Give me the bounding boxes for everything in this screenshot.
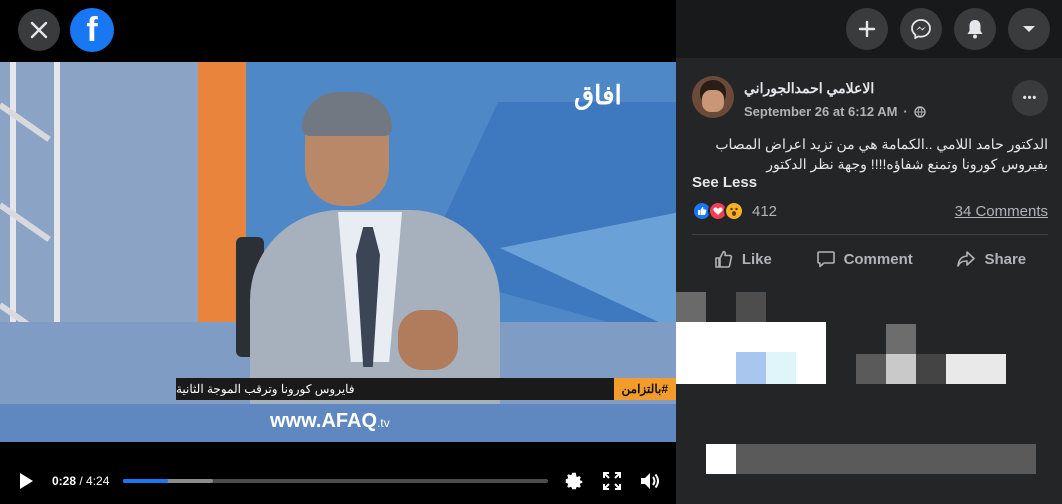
facebook-logo[interactable]: f [70,8,114,52]
post-text-line: بفيروس كورونا وتمنع شفاؤه!!!! وجهة نظر ا… [766,156,1048,172]
redacted-block [886,324,916,354]
globe-icon [914,105,926,118]
see-less-link[interactable]: See Less [692,174,757,191]
comment-label: Comment [843,250,913,268]
notifications-button[interactable] [954,8,996,50]
post-side-panel: الاعلامي احمدالجوراني September 26 at 6:… [676,0,1062,504]
play-button[interactable] [14,469,38,493]
ticker-url-main: www.AFAQ [270,410,378,432]
post-meta: September 26 at 6:12 AM · [744,104,926,119]
progress-bar[interactable] [123,479,548,483]
redacted-block [766,352,796,384]
caret-down-icon [1023,26,1035,32]
play-icon [20,473,33,489]
total-time: 4:24 [86,474,110,488]
more-icon: ••• [1022,92,1038,104]
share-icon [957,251,976,267]
progress-fill [123,479,169,483]
close-button[interactable] [18,9,60,51]
like-button[interactable]: Like [714,249,772,269]
redacted-block [946,354,1006,384]
bell-icon [967,20,983,39]
redacted-block [736,352,766,384]
reactions-summary[interactable]: 412 34 Comments [692,200,1048,222]
wow-reaction-icon [724,201,744,221]
time-display: 0:28 / 4:24 [52,474,109,488]
share-button[interactable]: Share [956,249,1026,269]
person-hands [398,310,458,370]
redacted-block [916,354,946,384]
time-separator: / [76,474,87,488]
lower-third-caption: فايروس كورونا وترقب الموجة الثانية #بالت… [176,378,676,400]
redacted-block [856,354,886,384]
facebook-logo-letter: f [86,10,98,49]
messenger-button[interactable] [900,8,942,50]
redacted-block [886,354,916,384]
post-author[interactable]: الاعلامي احمدالجوراني [744,80,874,97]
post-text-line: الدكتور حامد اللامي ..الكمامة هي من تزيد… [715,136,1048,152]
post-date[interactable]: September 26 at 6:12 AM [744,104,897,119]
account-menu-button[interactable] [1008,8,1050,50]
person-hair [302,92,392,136]
channel-logo: افاق [574,80,622,110]
lower-third-tag: #بالتزامن [613,378,676,400]
top-left-controls: f [18,8,114,52]
post-options-button[interactable]: ••• [1012,80,1048,116]
top-actions [676,0,1062,58]
avatar[interactable] [692,76,734,118]
comments-count-link[interactable]: 34 Comments [955,203,1048,220]
ticker-url: www.AFAQ.tv [270,410,390,433]
comment-icon [816,251,835,268]
create-button[interactable] [846,8,888,50]
post-header: الاعلامي احمدالجوراني September 26 at 6:… [692,76,1048,124]
post-actions: Like Comment Share [692,240,1048,278]
gear-icon [565,472,583,490]
volume-button[interactable] [638,469,662,493]
meta-separator: · [903,104,908,119]
redacted-block [676,292,706,322]
post-text: الدكتور حامد اللامي ..الكمامة هي من تزيد… [692,134,1048,174]
thumbs-up-icon [715,250,733,268]
ticker-url-tld: .tv [377,416,390,430]
divider [692,234,1048,235]
messenger-icon [911,19,931,39]
fullscreen-button[interactable] [600,469,624,493]
like-label: Like [741,250,772,268]
reaction-count: 412 [752,202,778,220]
volume-icon [641,473,659,489]
share-label: Share [984,250,1027,268]
lower-third-text: فايروس كورونا وترقب الموجة الثانية [176,382,355,396]
comment-button[interactable]: Comment [816,249,913,269]
current-time: 0:28 [52,474,77,488]
redacted-block [736,444,1036,474]
redacted-block [706,444,736,474]
redacted-block [736,292,766,322]
fullscreen-icon [603,472,621,490]
settings-button[interactable] [562,469,586,493]
close-icon [30,21,48,39]
photo-viewer: f افاق www.AFAQ.tv فايروس كورونا وترقب ا… [0,0,1062,504]
player-controls: 0:28 / 4:24 [0,458,676,504]
plus-icon [858,20,876,38]
video-pane: f افاق www.AFAQ.tv فايروس كورونا وترقب ا… [0,0,676,504]
